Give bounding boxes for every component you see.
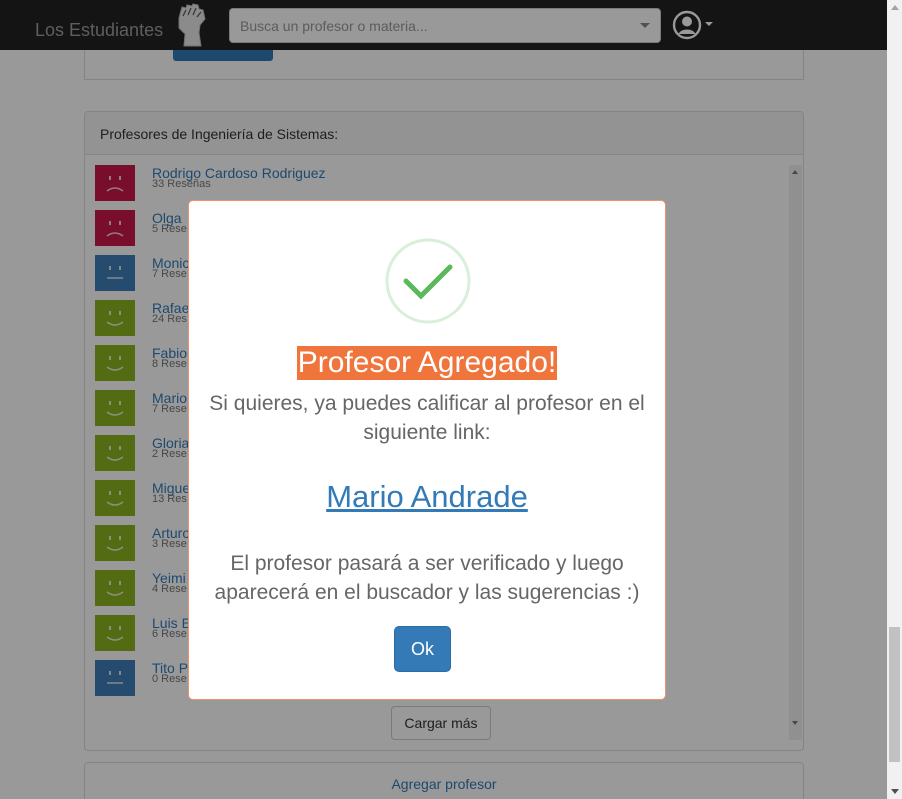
modal-title: Profesor Agregado!: [296, 346, 558, 380]
ok-button[interactable]: Ok: [394, 626, 451, 672]
scrollbar-thumb[interactable]: [889, 627, 900, 762]
professor-link[interactable]: Mario Andrade: [189, 479, 665, 515]
scroll-up-icon[interactable]: [891, 5, 899, 10]
modal-note: El profesor pasará a ser verificado y lu…: [214, 552, 640, 604]
page-scrollbar[interactable]: [887, 0, 902, 799]
modal-text: Si quieres, ya puedes calificar al profe…: [209, 392, 645, 444]
modal-title-wrap: Profesor Agregado!: [189, 346, 665, 380]
scroll-down-icon[interactable]: [891, 789, 899, 794]
check-icon: [385, 238, 471, 324]
success-modal: Profesor Agregado! Si quieres, ya puedes…: [188, 200, 666, 700]
